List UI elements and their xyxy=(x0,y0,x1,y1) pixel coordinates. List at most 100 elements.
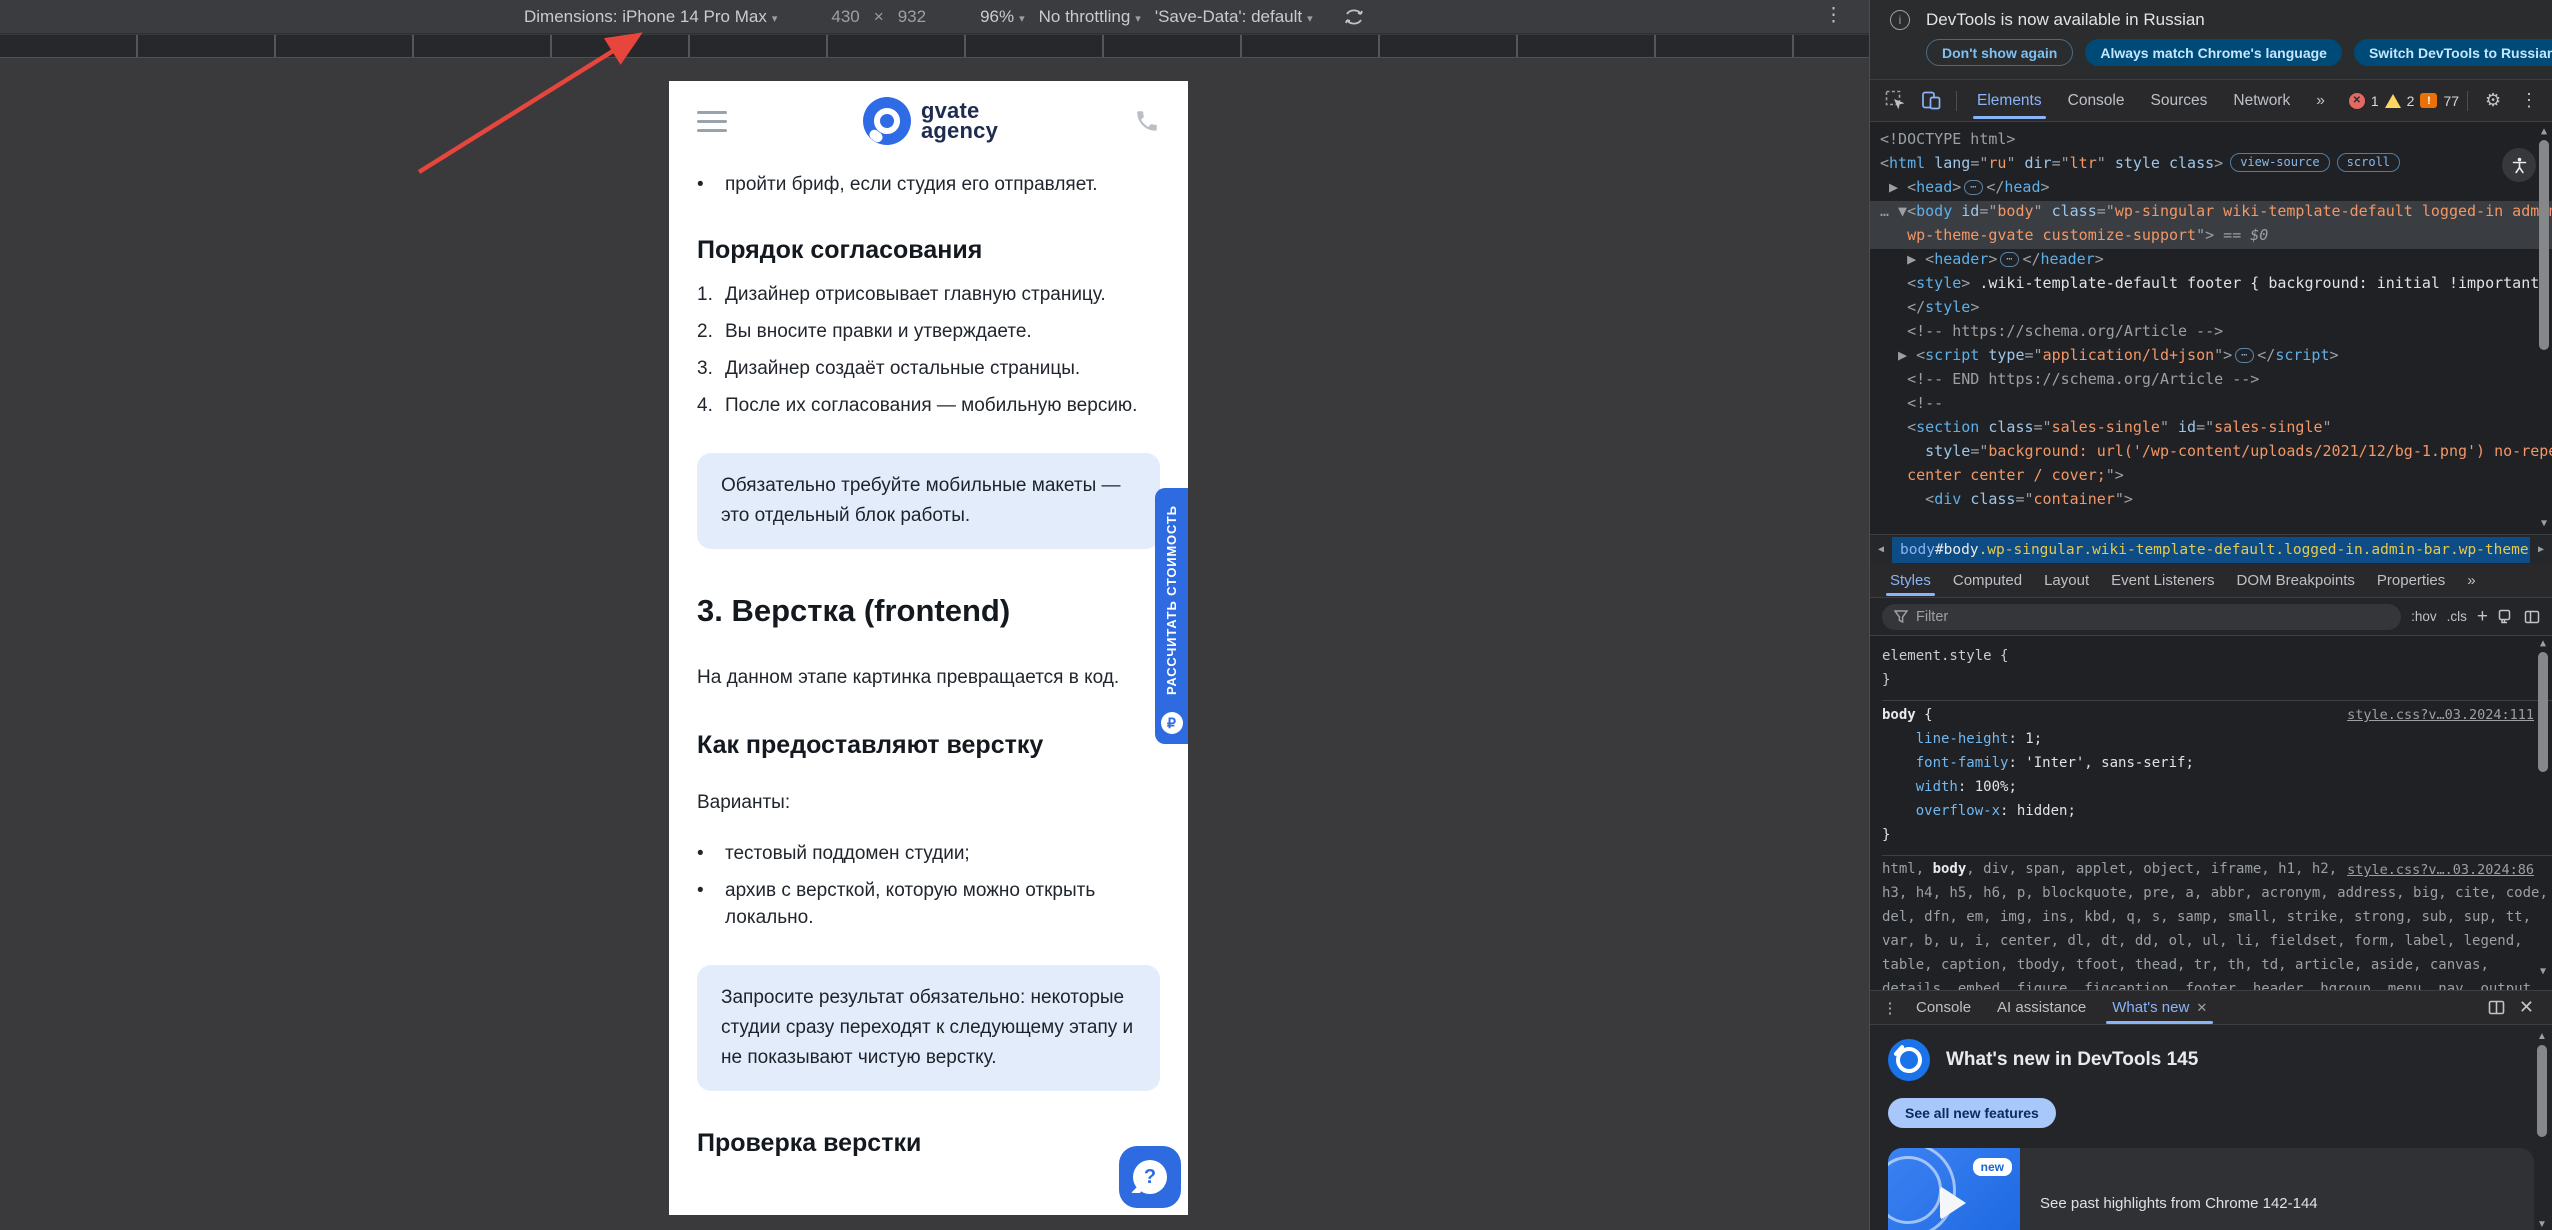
code-line[interactable]: center center / cover;"> xyxy=(1880,465,2552,489)
devtools-menu-icon[interactable]: ⋮ xyxy=(2512,86,2546,116)
code-line[interactable]: h3, h4, h5, h6, p, blockquote, pre, a, a… xyxy=(1882,884,2552,908)
device-toolbar-toggle-icon[interactable] xyxy=(1914,86,1948,116)
hamburger-menu-icon[interactable] xyxy=(697,110,727,132)
scrollbar-thumb[interactable] xyxy=(2539,140,2549,350)
close-drawer-icon[interactable]: ✕ xyxy=(2519,997,2534,1018)
code-line[interactable]: <div class="container"> xyxy=(1880,489,2552,513)
element-style-rule[interactable]: element.style {} xyxy=(1882,642,2552,701)
accessibility-icon[interactable] xyxy=(2502,148,2536,182)
divider xyxy=(1956,90,1957,111)
tab-elements[interactable]: Elements xyxy=(1965,80,2054,122)
viewport-height-input[interactable]: 932 xyxy=(898,7,926,27)
code-line[interactable]: <!-- https://schema.org/Article --> xyxy=(1880,321,2552,345)
see-all-features-button[interactable]: See all new features xyxy=(1888,1098,2056,1128)
code-line[interactable]: <style> .wiki-template-default footer { … xyxy=(1880,273,2552,297)
console-status-badges[interactable]: ✕ 1 2 ! 77 xyxy=(2348,92,2459,109)
rendering-emulation-icon[interactable] xyxy=(2498,609,2514,624)
styles-scrollbar[interactable]: ▲ ▼ xyxy=(2536,638,2550,978)
phone-icon[interactable] xyxy=(1134,108,1160,134)
code-line[interactable]: } xyxy=(1882,825,2552,849)
drawer-menu-icon[interactable]: ⋮ xyxy=(1878,999,1902,1017)
settings-gear-icon[interactable]: ⚙ xyxy=(2476,86,2510,116)
code-line[interactable]: </div> xyxy=(1880,531,2552,534)
inspect-element-icon[interactable] xyxy=(1878,86,1912,116)
split-panel-icon[interactable] xyxy=(2488,1000,2505,1015)
sidebar-layout-icon[interactable] xyxy=(2524,610,2540,624)
code-line[interactable]: var, b, u, i, center, dl, dt, dd, ol, ul… xyxy=(1882,932,2552,956)
more-tabs-icon[interactable]: » xyxy=(2304,80,2337,122)
zoom-select[interactable]: 96% ▾ xyxy=(980,7,1025,27)
code-line[interactable]: width: 100%; xyxy=(1882,777,2552,801)
breadcrumb-selected-node[interactable]: body #body .wp-singular.wiki-template-defa… xyxy=(1892,536,2530,563)
elements-scrollbar[interactable]: ▲ ▼ xyxy=(2537,126,2551,530)
new-style-rule-icon[interactable]: + xyxy=(2477,606,2488,628)
code-line[interactable]: table, caption, tbody, tfoot, thead, tr,… xyxy=(1882,956,2552,980)
breadcrumb-right-icon[interactable]: ▶ xyxy=(2530,544,2552,555)
code-line[interactable]: del, dfn, em, img, ins, kbd, q, s, samp,… xyxy=(1882,908,2552,932)
drawer-scrollbar[interactable]: ▲ ▼ xyxy=(2535,1031,2549,1230)
drawer-tab-console[interactable]: Console xyxy=(1904,991,1983,1025)
scroll-down-icon[interactable]: ▼ xyxy=(2541,518,2547,530)
scroll-down-icon[interactable]: ▼ xyxy=(2537,1219,2547,1230)
code-line[interactable]: ▶ <header> ⋯ </header> xyxy=(1880,249,2552,273)
save-data-select[interactable]: 'Save-Data': default ▾ xyxy=(1155,7,1313,27)
match-language-button[interactable]: Always match Chrome's language xyxy=(2085,39,2342,66)
throttling-select[interactable]: No throttling ▾ xyxy=(1039,7,1141,27)
scroll-up-icon[interactable]: ▲ xyxy=(2541,126,2547,138)
tab-properties[interactable]: Properties xyxy=(2367,564,2455,598)
code-line[interactable]: <html lang="ru" dir="ltr" style class> vi… xyxy=(1880,153,2552,177)
scroll-down-icon[interactable]: ▼ xyxy=(2540,966,2546,978)
tab-styles[interactable]: Styles xyxy=(1880,564,1941,598)
code-line[interactable]: <!DOCTYPE html> xyxy=(1880,129,2552,153)
styles-filter-input[interactable]: Filter xyxy=(1882,603,2402,630)
code-line[interactable]: ▶ <head> ⋯ </head> xyxy=(1880,177,2552,201)
site-logo[interactable]: gvate agency xyxy=(862,97,998,145)
code-line[interactable]: element.style { xyxy=(1882,646,2552,670)
code-line[interactable]: details, embed, figure, figcaption, foot… xyxy=(1882,980,2552,990)
rotate-viewport-icon[interactable] xyxy=(1343,6,1365,28)
tab-network[interactable]: Network xyxy=(2221,80,2302,122)
scroll-up-icon[interactable]: ▲ xyxy=(2537,1031,2547,1043)
switch-to-russian-button[interactable]: Switch DevTools to Russian xyxy=(2353,39,2552,66)
drawer-tab-ai-assistance[interactable]: AI assistance xyxy=(1985,991,2098,1025)
tab-computed[interactable]: Computed xyxy=(1943,564,2032,598)
code-line[interactable]: ▶ <script type="application/ld+json"> ⋯ </… xyxy=(1880,345,2552,369)
code-line[interactable]: line-height: 1; xyxy=(1882,729,2552,753)
reset-style-rule[interactable]: style.css?v….03.2024:86 html, body, div,… xyxy=(1882,856,2552,990)
close-devtools-icon[interactable]: ✕ xyxy=(2548,86,2552,116)
breadcrumb-left-icon[interactable]: ◀ xyxy=(1870,544,1892,555)
stylesheet-link[interactable]: style.css?v…03.2024:111 xyxy=(2347,707,2534,723)
scroll-up-icon[interactable]: ▲ xyxy=(2540,638,2546,650)
code-line[interactable]: <!-- xyxy=(1880,393,2552,417)
close-tab-icon[interactable]: ✕ xyxy=(2196,1000,2207,1016)
toggle-hover-state-button[interactable]: :hov xyxy=(2411,609,2437,624)
past-highlights-card[interactable]: new See past highlights from Chrome 142-… xyxy=(1888,1148,2534,1230)
code-line[interactable]: font-family: 'Inter', sans-serif; xyxy=(1882,753,2552,777)
chat-widget-button[interactable]: ? xyxy=(1119,1146,1181,1208)
scrollbar-thumb[interactable] xyxy=(2538,652,2548,772)
dont-show-again-button[interactable]: Don't show again xyxy=(1926,39,2074,66)
scrollbar-thumb[interactable] xyxy=(2537,1045,2547,1137)
device-toolbar-menu-icon[interactable]: ⋮ xyxy=(1824,4,1843,27)
code-line[interactable]: <!-- END https://schema.org/Article --> xyxy=(1880,369,2552,393)
code-line[interactable]: wp-theme-gvate customize-support"> == $0 xyxy=(1870,225,2552,249)
viewport-width-input[interactable]: 430 xyxy=(831,7,859,27)
toggle-classes-button[interactable]: .cls xyxy=(2447,609,2467,624)
code-line[interactable]: overflow-x: hidden; xyxy=(1882,801,2552,825)
code-line[interactable]: </style> xyxy=(1880,297,2552,321)
tab-layout[interactable]: Layout xyxy=(2034,564,2099,598)
calculate-cost-ribbon[interactable]: РАССЧИТАТЬ СТОИМОСТЬ ₽ xyxy=(1155,488,1188,744)
tab-console[interactable]: Console xyxy=(2056,80,2137,122)
drawer-tab-whats-new[interactable]: What's new ✕ xyxy=(2100,991,2219,1025)
code-line[interactable]: style="background: url('/wp-content/uplo… xyxy=(1880,441,2552,465)
code-line[interactable]: <section class="sales-single" id="sales-… xyxy=(1880,417,2552,441)
dimensions-select[interactable]: Dimensions: iPhone 14 Pro Max ▾ xyxy=(524,7,777,27)
code-line[interactable]: } xyxy=(1882,670,2552,694)
tab-sources[interactable]: Sources xyxy=(2139,80,2220,122)
tab-event-listeners[interactable]: Event Listeners xyxy=(2101,564,2224,598)
code-line[interactable]: … ▼<body id="body" class="wp-singular wi… xyxy=(1870,201,2552,225)
more-sidebar-tabs-icon[interactable]: » xyxy=(2457,564,2485,598)
body-style-rule[interactable]: style.css?v…03.2024:111 body { line-heig… xyxy=(1882,701,2552,856)
tab-dom-breakpoints[interactable]: DOM Breakpoints xyxy=(2227,564,2365,598)
stylesheet-link[interactable]: style.css?v….03.2024:86 xyxy=(2347,862,2534,878)
